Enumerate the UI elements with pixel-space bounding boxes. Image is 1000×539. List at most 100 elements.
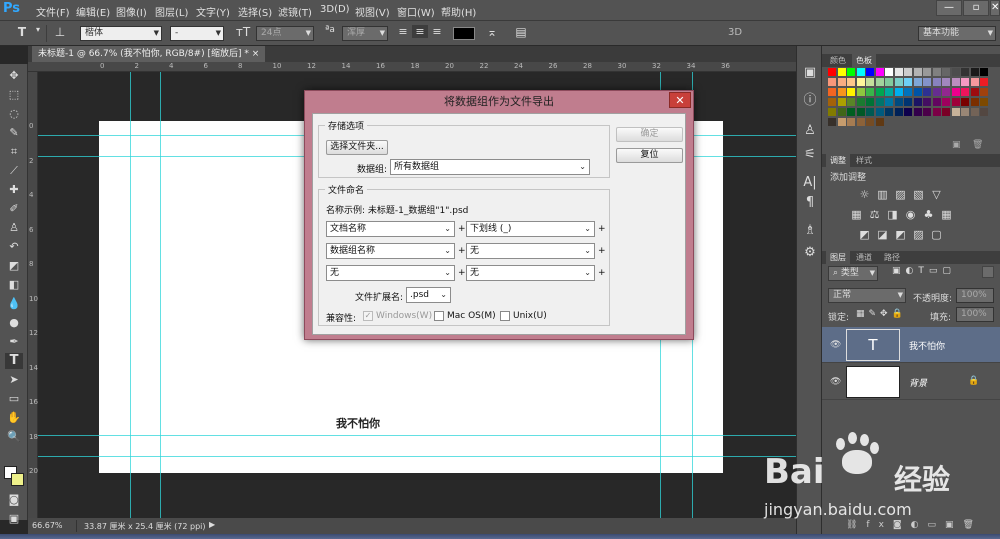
clone-stamp-tool-icon[interactable]: ♙ [5,220,23,236]
menu-view[interactable]: 视图(V) [355,4,390,19]
color-swatch[interactable] [885,88,893,96]
type-tool-icon[interactable]: T [5,353,23,369]
invert-icon[interactable]: ◩ [858,228,871,241]
color-swatch[interactable] [970,108,979,116]
dialog-close-button[interactable]: ✕ [669,92,691,108]
properties-panel-icon[interactable]: ⚟ [801,146,819,164]
color-swatch[interactable] [951,108,960,116]
color-swatch[interactable] [847,118,855,126]
color-swatch[interactable] [932,78,941,86]
menu-select[interactable]: 选择(S) [238,4,272,19]
preset-dropdown-icon[interactable]: ▾ [30,25,46,34]
color-swatch[interactable] [885,78,893,86]
menu-filter[interactable]: 滤镜(T) [278,4,312,19]
color-swatch[interactable] [970,68,979,76]
menu-edit[interactable]: 编辑(E) [76,4,110,19]
color-swatch[interactable] [866,108,874,116]
color-balance-icon[interactable]: ⚖ [868,208,881,221]
color-swatch[interactable] [875,68,884,76]
character-panel-icon[interactable]: ▤ [513,25,529,39]
color-swatch[interactable] [885,98,893,106]
color-swatch[interactable] [847,108,855,116]
color-swatch[interactable] [866,68,874,76]
brush-panel-icon[interactable]: ♙ [801,122,819,140]
windows-checkbox[interactable]: ✓ [363,311,373,321]
color-swatch[interactable] [894,98,903,106]
channel-mixer-icon[interactable]: ♣ [922,208,935,221]
reset-button[interactable]: 复位 [616,148,683,163]
color-swatch[interactable] [866,98,874,106]
tab-swatches[interactable]: 色板 [852,54,876,67]
lasso-tool-icon[interactable]: ◌ [5,106,23,122]
gradient-map-icon[interactable]: ▨ [912,228,925,241]
menu-help[interactable]: 帮助(H) [441,4,476,19]
menu-file[interactable]: 文件(F) [36,4,70,19]
color-swatch[interactable] [913,78,922,86]
opacity-input[interactable]: 100% [956,288,994,303]
align-left-icon[interactable]: ≡ [395,25,411,38]
hue-saturation-icon[interactable]: ▦ [850,208,863,221]
color-swatch[interactable] [828,78,836,86]
color-swatch[interactable] [904,98,912,106]
eye-icon[interactable]: 👁 [830,377,841,387]
color-swatch[interactable] [904,68,912,76]
color-swatch[interactable] [913,98,922,106]
screen-mode-icon[interactable]: ▣ [5,511,23,527]
type-tool-preset-icon[interactable]: T [14,25,30,39]
color-swatch[interactable] [856,98,865,106]
quick-select-tool-icon[interactable]: ✎ [5,125,23,141]
selective-color-icon[interactable]: ▢ [930,228,943,241]
name-part-3-select[interactable]: 数据组名称 ⌄ [326,243,455,259]
fill-input[interactable]: 100% [956,307,994,322]
name-part-5-select[interactable]: 无 ⌄ [326,265,455,281]
color-swatch[interactable] [913,108,922,116]
menu-image[interactable]: 图像(I) [116,4,147,19]
eraser-tool-icon[interactable]: ◩ [5,258,23,274]
color-swatch[interactable] [932,98,941,106]
color-swatch[interactable] [847,78,855,86]
tab-styles[interactable]: 样式 [852,154,876,167]
color-swatch[interactable] [894,108,903,116]
dataset-select[interactable]: 所有数据组 ⌄ [390,159,590,175]
blend-mode-select[interactable]: 正常 ▼ [828,288,906,303]
choose-folder-button[interactable]: 选择文件夹... [326,140,388,155]
healing-brush-tool-icon[interactable]: ✚ [5,182,23,198]
tab-paths[interactable]: 路径 [880,251,904,264]
zoom-level[interactable]: 66.67% [32,521,63,530]
guide-vertical[interactable] [130,72,131,518]
font-size-select[interactable]: 24点 ▼ [256,26,314,41]
color-swatch[interactable] [847,68,855,76]
paragraph-panel-icon[interactable]: ¶ [801,194,819,212]
ok-button[interactable]: 确定 [616,127,683,142]
menu-type[interactable]: 文字(Y) [196,4,230,19]
color-swatch[interactable] [856,88,865,96]
color-swatch[interactable] [980,108,988,116]
status-menu-arrow-icon[interactable]: ▶ [209,520,215,529]
filter-toggle[interactable] [982,266,994,278]
blur-tool-icon[interactable]: 💧 [5,296,23,312]
color-swatch[interactable] [980,68,988,76]
path-selection-tool-icon[interactable]: ➤ [5,372,23,388]
color-swatch[interactable] [866,78,874,86]
marquee-tool-icon[interactable]: ⬚ [5,87,23,103]
color-swatch[interactable] [980,98,988,106]
gradient-tool-icon[interactable]: ◧ [5,277,23,293]
color-swatch[interactable] [923,88,931,96]
info-panel-icon[interactable]: ⓘ [801,92,819,110]
zoom-tool-icon[interactable]: 🔍 [5,429,23,445]
color-swatch[interactable] [942,88,950,96]
new-swatch-icon[interactable]: ▣ [952,140,961,150]
layer-name[interactable]: 我不怕你 [909,339,945,352]
vibrance-icon[interactable]: ▽ [930,188,943,201]
guide-vertical[interactable] [160,72,161,518]
tab-layers[interactable]: 图层 [826,251,850,264]
color-swatch[interactable] [932,68,941,76]
color-swatch[interactable] [913,68,922,76]
color-swatch[interactable] [951,88,960,96]
dodge-tool-icon[interactable]: ● [5,315,23,331]
text-orientation-icon[interactable]: ⊥ [52,25,68,39]
mac-os-checkbox[interactable] [434,311,444,321]
color-swatch[interactable] [913,88,922,96]
color-swatch[interactable] [923,108,931,116]
font-family-select[interactable]: 楷体 ▼ [80,26,162,41]
